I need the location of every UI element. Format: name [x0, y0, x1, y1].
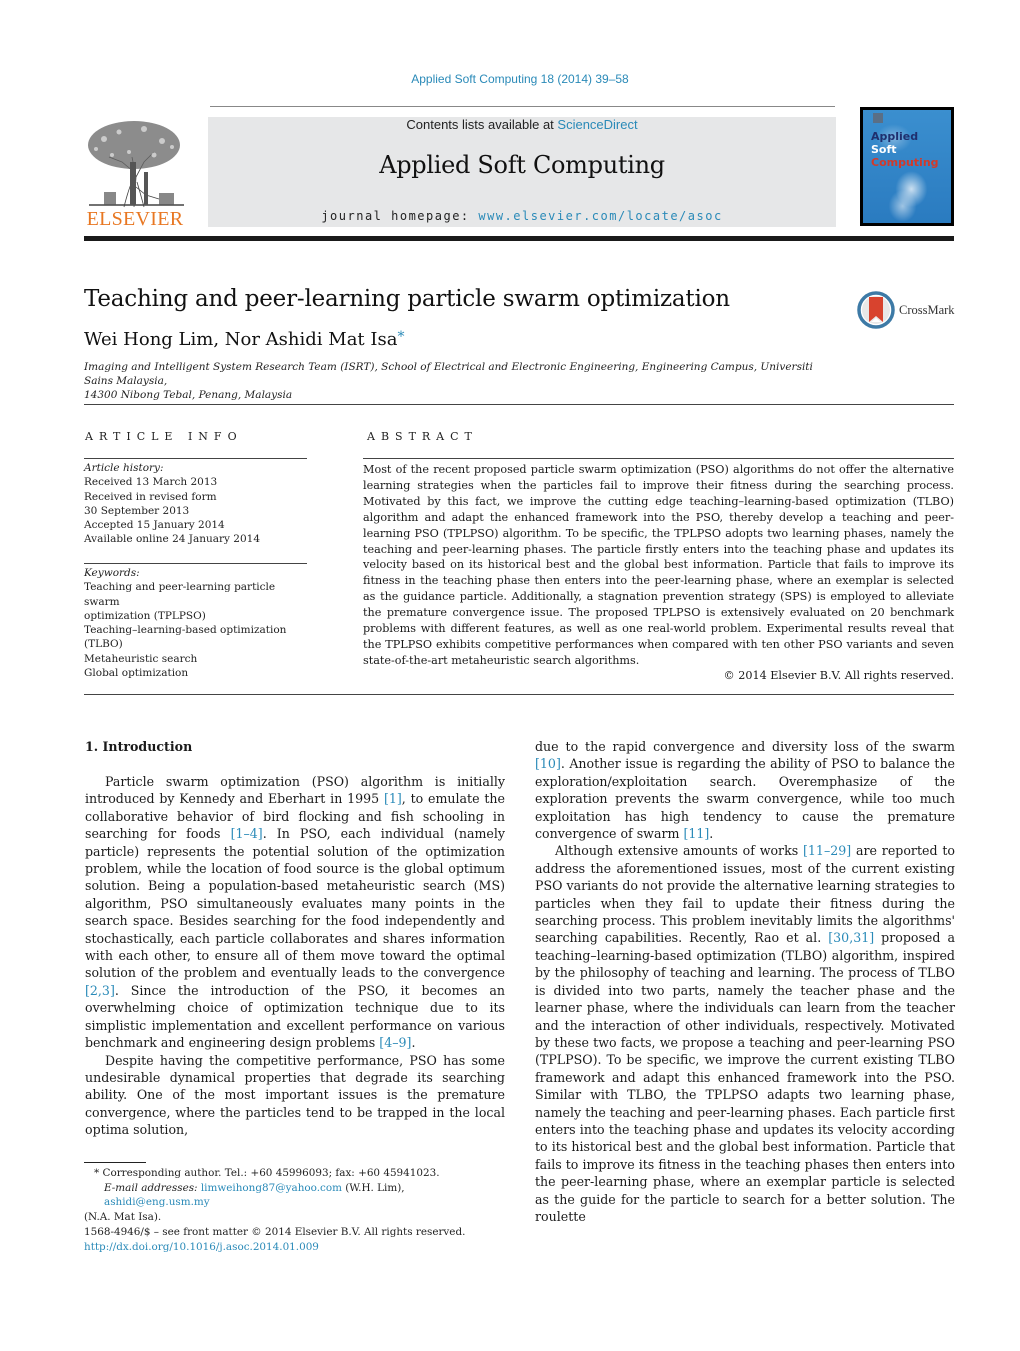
article-info-rule — [84, 458, 307, 459]
keywords-label: Keywords: — [84, 567, 140, 579]
header-thick-rule — [84, 236, 954, 241]
article-history: Article history: Received 13 March 2013 … — [84, 461, 314, 547]
keyword-item: (TLBO) — [84, 638, 123, 651]
crossmark-label: CrossMark — [899, 303, 955, 317]
citation-link[interactable]: [30,31] — [828, 930, 874, 945]
crossmark-badge[interactable]: CrossMark — [857, 291, 957, 329]
sciencedirect-link[interactable]: ScienceDirect — [557, 117, 637, 132]
footnote-rule — [84, 1162, 146, 1163]
paragraph: due to the rapid convergence and diversi… — [535, 739, 955, 842]
journal-title: Applied Soft Computing — [379, 151, 665, 179]
email-link[interactable]: limweihong87@yahoo.com — [201, 1182, 342, 1194]
paragraph: Particle swarm optimization (PSO) algori… — [85, 774, 505, 1051]
keyword-item: Teaching–learning-based optimization — [84, 624, 287, 637]
body-column-left: Particle swarm optimization (PSO) algori… — [85, 773, 505, 1139]
body-column-right: due to the rapid convergence and diversi… — [535, 738, 955, 1225]
article-title: Teaching and peer-learning particle swar… — [84, 286, 730, 312]
article-info-heading: ARTICLE INFO — [85, 430, 243, 443]
citation-link[interactable]: [4–9] — [379, 1035, 411, 1050]
email-line: E-mail addresses: limweihong87@yahoo.com… — [104, 1181, 405, 1209]
journal-homepage: journal homepage: www.elsevier.com/locat… — [321, 209, 723, 223]
abstract-text: Most of the recent proposed particle swa… — [363, 463, 954, 667]
paragraph: Despite having the competitive performan… — [85, 1052, 505, 1138]
citation-link[interactable]: [1] — [384, 791, 402, 806]
abstract-bottom-rule — [84, 694, 954, 695]
crossmark-icon — [857, 291, 895, 329]
email-link[interactable]: ashidi@eng.usm.my — [104, 1196, 210, 1208]
citation-link[interactable]: [2,3] — [85, 983, 115, 998]
history-item: Received in revised form — [84, 490, 217, 503]
homepage-link[interactable]: www.elsevier.com/locate/asoc — [478, 209, 722, 223]
cover-line-soft: Soft — [871, 143, 897, 156]
cover-line-computing: Computing — [871, 156, 939, 169]
footnote: * Corresponding author. Tel.: +60 459960… — [84, 1166, 509, 1224]
author-list: Wei Hong Lim, Nor Ashidi Mat Isa* — [84, 329, 405, 350]
citation-link[interactable]: [1–4] — [231, 826, 263, 841]
journal-banner: Contents lists available at ScienceDirec… — [208, 117, 836, 227]
keyword-item: Metaheuristic search — [84, 652, 198, 665]
citation-link[interactable]: [10] — [535, 756, 561, 771]
elsevier-wordmark: ELSEVIER — [86, 208, 184, 230]
citation-link[interactable]: [11] — [683, 826, 709, 841]
abstract-rule — [363, 458, 954, 459]
journal-cover[interactable]: Applied Soft Computing — [860, 107, 954, 226]
history-item: Received 13 March 2013 — [84, 476, 218, 489]
history-item: Available online 24 January 2014 — [84, 533, 261, 546]
front-matter-text: 1568-4946/$ – see front matter © 2014 El… — [84, 1226, 466, 1238]
cover-logo-icon — [873, 113, 883, 123]
header-rule — [210, 106, 835, 107]
front-matter: 1568-4946/$ – see front matter © 2014 El… — [84, 1225, 514, 1255]
keywords-rule — [84, 563, 307, 564]
abstract-copyright: © 2014 Elsevier B.V. All rights reserved… — [723, 669, 954, 682]
keyword-item: Teaching and peer-learning particle swar… — [84, 581, 276, 608]
citation-link[interactable]: [11–29] — [803, 843, 851, 858]
history-item: Accepted 15 January 2014 — [84, 519, 225, 532]
keyword-item: Global optimization — [84, 667, 189, 680]
affiliation: Imaging and Intelligent System Research … — [84, 361, 813, 401]
paragraph: Although extensive amounts of works [11–… — [535, 843, 955, 1224]
elsevier-logo[interactable]: ELSEVIER — [84, 117, 186, 230]
section-heading-introduction: 1. Introduction — [85, 739, 193, 754]
doi-link[interactable]: http://dx.doi.org/10.1016/j.asoc.2014.01… — [84, 1241, 319, 1253]
history-item: 30 September 2013 — [84, 504, 190, 517]
corresponding-author-marker[interactable]: * — [397, 329, 404, 345]
contents-line: Contents lists available at ScienceDirec… — [406, 117, 638, 132]
email-owner: (N.A. Mat Isa). — [84, 1210, 162, 1223]
corresponding-author-note: * Corresponding author. Tel.: +60 459960… — [94, 1167, 440, 1179]
keyword-item: optimization (TPLPSO) — [84, 609, 206, 622]
tree-icon — [88, 121, 184, 208]
journal-reference[interactable]: Applied Soft Computing 18 (2014) 39–58 — [0, 72, 1020, 86]
abstract-heading: ABSTRACT — [367, 430, 478, 443]
section-rule — [84, 404, 954, 405]
article-history-label: Article history: — [84, 462, 164, 474]
cover-line-applied: Applied — [871, 130, 919, 143]
keywords: Keywords: Teaching and peer-learning par… — [84, 566, 314, 680]
